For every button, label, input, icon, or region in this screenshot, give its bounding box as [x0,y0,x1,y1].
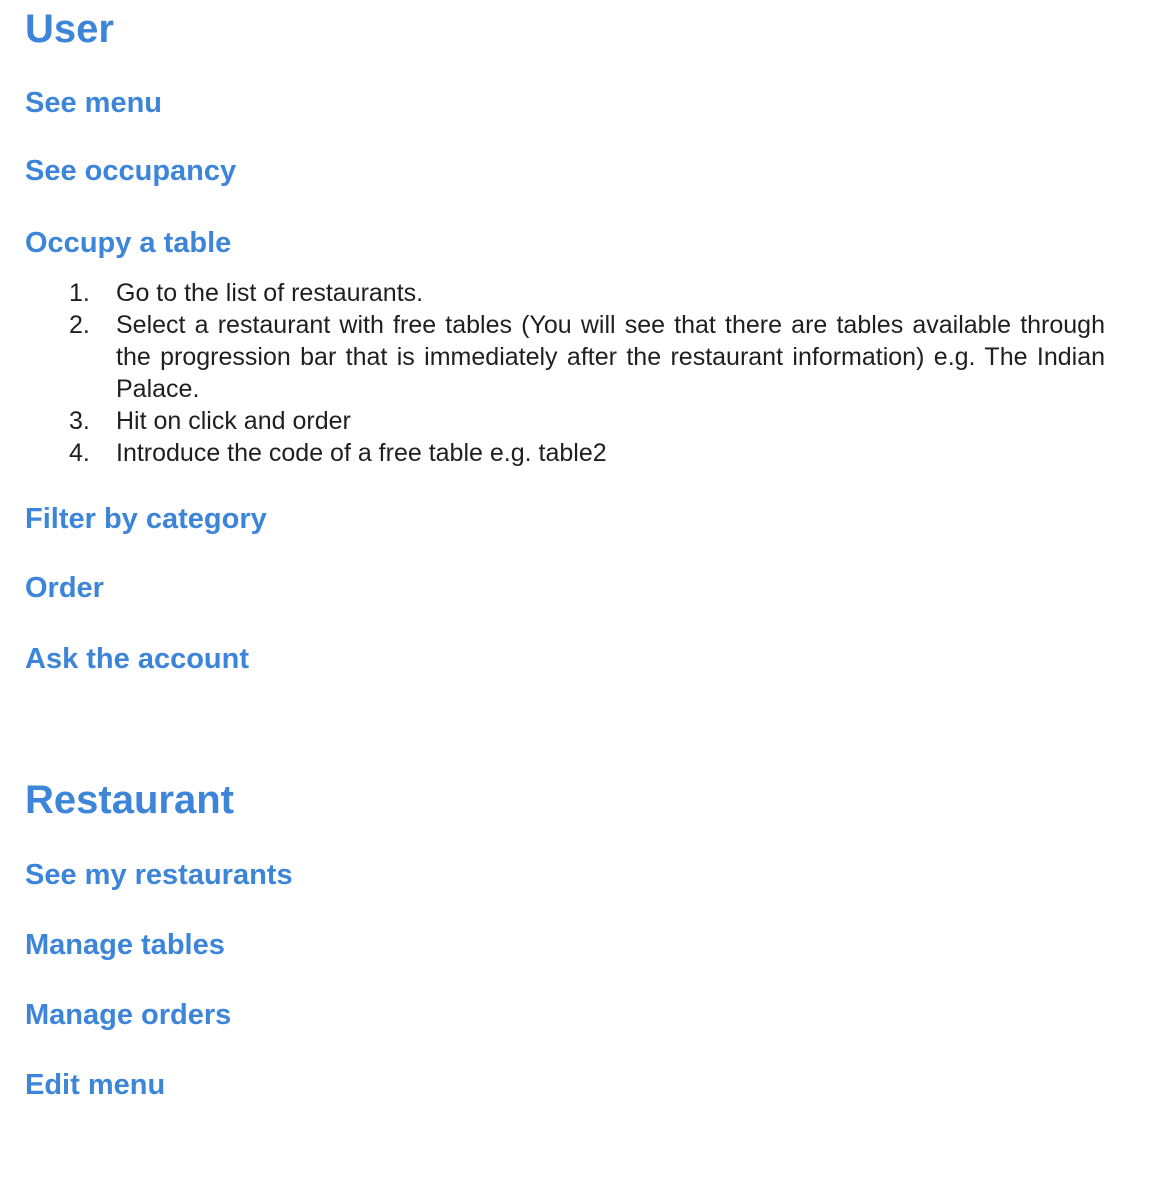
see-menu-heading: See menu [25,87,162,119]
step-number: 4. [69,439,90,467]
list-item: 3. Hit on click and order [25,405,1105,437]
step-text: Go to the list of restaurants. [116,279,424,307]
list-item: 4. Introduce the code of a free table e.… [25,437,1105,469]
step-text: Select a restaurant with free tables (Yo… [116,311,1105,403]
step-number: 3. [69,407,90,435]
edit-menu-heading: Edit menu [25,1069,166,1101]
step-number: 1. [69,279,90,307]
see-my-restaurants-heading: See my restaurants [25,859,293,891]
ask-account-heading: Ask the account [25,643,249,675]
restaurant-heading: Restaurant [25,778,234,822]
step-text: Introduce the code of a free table e.g. … [116,439,607,467]
user-heading: User [25,7,114,51]
manage-orders-heading: Manage orders [25,999,232,1031]
occupy-table-heading: Occupy a table [25,227,232,259]
filter-category-heading: Filter by category [25,503,267,535]
list-item: 1. Go to the list of restaurants. [25,277,1105,309]
order-heading: Order [25,572,104,604]
list-item: 2. Select a restaurant with free tables … [25,309,1105,405]
see-occupancy-heading: See occupancy [25,155,237,187]
step-text: Hit on click and order [116,407,351,435]
manage-tables-heading: Manage tables [25,929,225,961]
occupy-steps-list: 1. Go to the list of restaurants. 2. Sel… [25,277,1105,469]
step-number: 2. [69,311,90,339]
